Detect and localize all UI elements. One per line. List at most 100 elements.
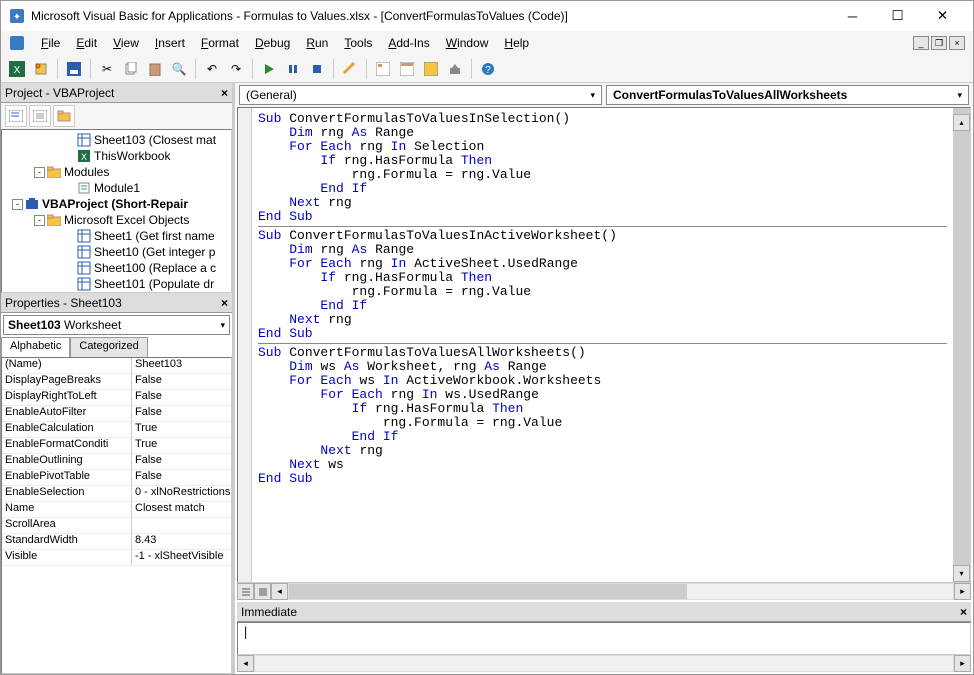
project-tree[interactable]: Sheet103 (Closest matXThisWorkbook-Modul…	[1, 129, 232, 293]
menu-run[interactable]: Run	[298, 34, 336, 52]
project-panel-close-icon[interactable]: ×	[221, 86, 228, 100]
property-value[interactable]: False	[132, 390, 231, 406]
property-value[interactable]: -1 - xlSheetVisible	[132, 550, 231, 566]
menu-add-ins[interactable]: Add-Ins	[380, 34, 437, 52]
scroll-thumb[interactable]	[289, 584, 687, 599]
properties-panel-close-icon[interactable]: ×	[221, 296, 228, 310]
procedure-view-icon[interactable]	[237, 583, 254, 600]
scroll-track[interactable]	[288, 583, 954, 600]
property-row[interactable]: DisplayRightToLeftFalse	[2, 390, 231, 406]
run-icon[interactable]	[259, 59, 279, 79]
tree-item[interactable]: Sheet100 (Replace a c	[4, 260, 229, 276]
tree-item[interactable]: Module1	[4, 180, 229, 196]
mdi-close-button[interactable]: ×	[949, 36, 965, 50]
scroll-up-icon[interactable]: ▴	[953, 114, 970, 131]
mdi-minimize-button[interactable]: _	[913, 36, 929, 50]
code-editor[interactable]: Sub ConvertFormulasToValuesInSelection()…	[237, 107, 971, 583]
property-row[interactable]: EnableOutliningFalse	[2, 454, 231, 470]
property-row[interactable]: EnableAutoFilterFalse	[2, 406, 231, 422]
mdi-restore-button[interactable]: ❐	[931, 36, 947, 50]
menu-debug[interactable]: Debug	[247, 34, 298, 52]
toolbox-icon[interactable]	[445, 59, 465, 79]
menu-window[interactable]: Window	[438, 34, 497, 52]
property-value[interactable]: False	[132, 470, 231, 486]
menu-file[interactable]: File	[33, 34, 68, 52]
full-module-view-icon[interactable]	[254, 583, 271, 600]
tree-toggle-icon[interactable]: -	[34, 167, 45, 178]
menu-view[interactable]: View	[105, 34, 147, 52]
tree-toggle-icon[interactable]: -	[34, 215, 45, 226]
design-mode-icon[interactable]	[340, 59, 360, 79]
menu-app-icon[interactable]	[9, 35, 25, 51]
tree-item[interactable]: Sheet103 (Closest mat	[4, 132, 229, 148]
property-row[interactable]: DisplayPageBreaksFalse	[2, 374, 231, 390]
excel-icon[interactable]: X	[7, 59, 27, 79]
object-combo[interactable]: (General) ▾	[239, 85, 602, 105]
save-icon[interactable]	[64, 59, 84, 79]
properties-window-icon[interactable]	[397, 59, 417, 79]
break-icon[interactable]	[283, 59, 303, 79]
property-value[interactable]: Closest match	[132, 502, 231, 518]
property-row[interactable]: (Name)Sheet103	[2, 358, 231, 374]
undo-icon[interactable]: ↶	[202, 59, 222, 79]
tree-item[interactable]: Sheet101 (Populate dr	[4, 276, 229, 292]
cut-icon[interactable]: ✂	[97, 59, 117, 79]
tab-alphabetic[interactable]: Alphabetic	[1, 337, 70, 357]
tree-item[interactable]: -Modules	[4, 164, 229, 180]
property-row[interactable]: EnablePivotTableFalse	[2, 470, 231, 486]
paste-icon[interactable]	[145, 59, 165, 79]
close-button[interactable]: ✕	[920, 2, 965, 30]
property-row[interactable]: Visible-1 - xlSheetVisible	[2, 550, 231, 566]
property-value[interactable]: False	[132, 374, 231, 390]
vertical-scrollbar[interactable]: ▴ ▾	[953, 108, 970, 582]
object-browser-icon[interactable]	[421, 59, 441, 79]
property-row[interactable]: EnableSelection0 - xlNoRestrictions	[2, 486, 231, 502]
view-code-icon[interactable]	[5, 105, 27, 127]
tree-item[interactable]: Sheet10 (Get integer p	[4, 244, 229, 260]
property-value[interactable]	[132, 518, 231, 534]
immediate-scrollbar[interactable]: ◂ ▸	[237, 655, 971, 672]
scroll-right-icon[interactable]: ▸	[954, 583, 971, 600]
property-value[interactable]: False	[132, 406, 231, 422]
reset-icon[interactable]	[307, 59, 327, 79]
scroll-track[interactable]	[254, 655, 954, 672]
menu-help[interactable]: Help	[496, 34, 537, 52]
maximize-button[interactable]: ☐	[875, 2, 920, 30]
code-text[interactable]: Sub ConvertFormulasToValuesInSelection()…	[252, 108, 953, 582]
property-value[interactable]: False	[132, 454, 231, 470]
property-row[interactable]: NameClosest match	[2, 502, 231, 518]
property-row[interactable]: EnableFormatConditiTrue	[2, 438, 231, 454]
scroll-thumb[interactable]	[953, 131, 970, 565]
tab-categorized[interactable]: Categorized	[70, 337, 147, 357]
copy-icon[interactable]	[121, 59, 141, 79]
tree-toggle-icon[interactable]: -	[12, 199, 23, 210]
property-value[interactable]: True	[132, 438, 231, 454]
minimize-button[interactable]: ─	[830, 2, 875, 30]
scroll-left-icon[interactable]: ◂	[237, 655, 254, 672]
menu-insert[interactable]: Insert	[147, 34, 193, 52]
project-explorer-icon[interactable]	[373, 59, 393, 79]
property-value[interactable]: True	[132, 422, 231, 438]
property-row[interactable]: ScrollArea	[2, 518, 231, 534]
scroll-left-icon[interactable]: ◂	[271, 583, 288, 600]
help-icon[interactable]: ?	[478, 59, 498, 79]
toggle-folders-icon[interactable]	[53, 105, 75, 127]
procedure-combo[interactable]: ConvertFormulasToValuesAllWorksheets ▾	[606, 85, 969, 105]
menu-format[interactable]: Format	[193, 34, 247, 52]
menu-tools[interactable]: Tools	[336, 34, 380, 52]
scroll-right-icon[interactable]: ▸	[954, 655, 971, 672]
insert-module-icon[interactable]	[31, 59, 51, 79]
property-value[interactable]: 8.43	[132, 534, 231, 550]
immediate-input[interactable]: |	[237, 622, 971, 655]
properties-grid[interactable]: (Name)Sheet103DisplayPageBreaksFalseDisp…	[1, 357, 232, 674]
immediate-close-icon[interactable]: ×	[960, 605, 967, 619]
properties-object-combo[interactable]: Sheet103 Worksheet ▾	[3, 315, 230, 335]
menu-edit[interactable]: Edit	[68, 34, 105, 52]
property-value[interactable]: 0 - xlNoRestrictions	[132, 486, 231, 502]
horizontal-scrollbar[interactable]: ◂ ▸	[237, 583, 971, 600]
redo-icon[interactable]: ↷	[226, 59, 246, 79]
find-icon[interactable]: 🔍	[169, 59, 189, 79]
tree-item[interactable]: -VBAProject (Short-Repair	[4, 196, 229, 212]
tree-item[interactable]: -Microsoft Excel Objects	[4, 212, 229, 228]
tree-item[interactable]: Sheet1 (Get first name	[4, 228, 229, 244]
